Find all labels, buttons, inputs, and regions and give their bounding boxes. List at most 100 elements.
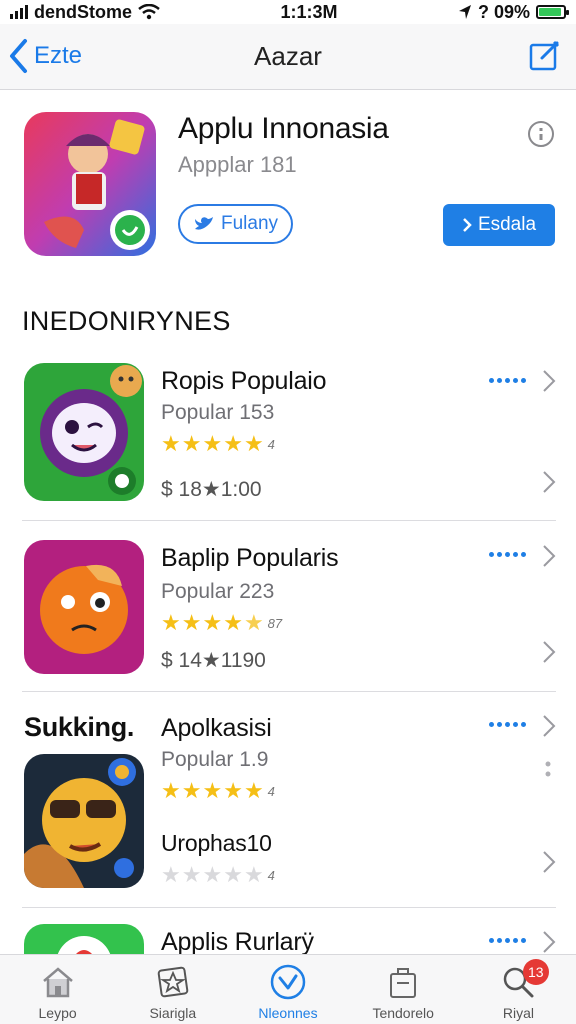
share-button-label: Fulany: [220, 213, 279, 234]
navigation-bar: Ezte Aazar: [0, 24, 576, 90]
list-item[interactable]: Sukking. Apolkasisi Popular 1.9 ★ ★ ★ ★ ★ 4 …: [0, 710, 576, 908]
star-icon: ★: [161, 778, 181, 803]
chevron-right-icon[interactable]: [542, 369, 556, 393]
star-icon: ★: [161, 431, 181, 456]
chevron-right-icon[interactable]: [542, 930, 556, 954]
list-item[interactable]: Applis Rurlarÿ: [0, 924, 576, 954]
get-button-label: Esdala: [477, 214, 537, 235]
bag-icon: [390, 968, 417, 998]
app-name: Ropis Populaio: [161, 367, 327, 395]
chevron-left-icon: [10, 39, 27, 73]
back-button[interactable]: Ezte: [8, 38, 82, 74]
app-subtitle: Popular 223: [161, 580, 275, 603]
featured-app-title: Applu Innonasia: [178, 112, 389, 145]
tab-search[interactable]: 13 Riyal: [461, 955, 576, 1024]
chevron-right-icon: [463, 218, 472, 232]
chevron-right-icon[interactable]: [542, 714, 556, 738]
app-price: $ 14★1190: [161, 649, 266, 672]
chevron-right-icon[interactable]: [542, 544, 556, 568]
featured-app-icon[interactable]: [24, 112, 156, 256]
notification-badge: 13: [522, 959, 549, 985]
status-bar: dendStome 1:1:3M ? 09%: [0, 0, 576, 24]
star-icon: ★: [223, 431, 243, 456]
chevron-right-icon[interactable]: [542, 640, 556, 664]
tab-label: Riyal: [502, 1005, 534, 1021]
more-dots-icon[interactable]: [489, 552, 526, 557]
divider: [22, 520, 556, 521]
more-dots-icon[interactable]: [489, 722, 526, 727]
more-vertical-icon[interactable]: [544, 760, 552, 780]
star-icon: ★: [181, 610, 202, 635]
app-price: $ 18★1:00: [161, 478, 262, 501]
tab-label: Siarigla: [149, 1005, 197, 1021]
status-right: ? 09%: [458, 1, 569, 23]
star-rating: ★ ★ ★ ★ ★ 4: [161, 864, 275, 886]
tab-label: Nleonnes: [258, 1005, 318, 1021]
tab-home[interactable]: Leypo: [0, 955, 115, 1024]
battery-percent: ? 09%: [477, 1, 530, 22]
app-icon: [24, 924, 144, 954]
star-icon: ★: [161, 610, 181, 635]
app-subtitle: Popular 153: [161, 401, 275, 424]
featured-app: Applu Innonasia Appplar 181 Fulany Esdal…: [0, 90, 576, 290]
app-name: Applis Rurlarÿ: [161, 928, 314, 954]
battery-fill: [539, 8, 561, 16]
list-item[interactable]: Baplip Popularis Popular 223 ★ ★ ★ ★ ★ 87 $ …: [0, 540, 576, 692]
app-icon: [24, 363, 144, 501]
section-header: INEDONIRYNES: [22, 306, 231, 336]
star-box-icon: [157, 966, 189, 998]
star-icon: ★: [223, 778, 243, 803]
rating-count: 4: [267, 436, 275, 452]
star-icon: ★: [161, 862, 181, 887]
status-left: dendStome: [10, 2, 160, 23]
rating-count: 87: [267, 615, 283, 631]
tab-store[interactable]: Tendorelo: [346, 955, 461, 1024]
row-prefix: Sukking.: [24, 712, 135, 742]
star-rating: ★ ★ ★ ★ ★ 4: [161, 433, 275, 455]
clock-time: 1:1:3M: [280, 1, 338, 22]
home-icon: [42, 967, 73, 998]
more-dots-icon[interactable]: [489, 938, 526, 943]
divider: [22, 691, 556, 692]
star-icon: ★: [202, 862, 223, 887]
app-icon: [24, 540, 144, 674]
tab-bar: Leypo Siarigla Nleonnes Tendorelo 13 Riy…: [0, 954, 576, 1024]
rating-count: 4: [267, 783, 275, 799]
chevron-right-icon[interactable]: [542, 470, 556, 494]
star-icon: ★: [202, 431, 223, 456]
divider: [22, 907, 556, 908]
star-icon: ★: [202, 778, 223, 803]
tab-label: Leypo: [38, 1005, 77, 1021]
chevron-right-icon[interactable]: [542, 850, 556, 874]
star-icon: ★: [202, 610, 223, 635]
signal-icon: [10, 5, 28, 19]
app-name: Baplip Popularis: [161, 544, 339, 572]
share-button[interactable]: Fulany: [178, 204, 293, 244]
star-icon: ★: [243, 862, 264, 887]
rating-count: 4: [267, 867, 275, 883]
info-icon[interactable]: [527, 120, 555, 148]
battery-icon: [536, 5, 569, 19]
tab-updates[interactable]: Nleonnes: [230, 955, 345, 1024]
get-button[interactable]: Esdala: [443, 204, 555, 246]
star-icon: ★: [243, 431, 264, 456]
star-icon: ★: [181, 431, 202, 456]
star-icon: ★: [223, 862, 243, 887]
list-item[interactable]: Ropis Populaio Popular 153 ★ ★ ★ ★ ★ 4 $ 18★…: [0, 363, 576, 521]
star-icon: ★: [181, 862, 202, 887]
location-icon: [458, 5, 471, 19]
star-rating: ★ ★ ★ ★ ★ 87: [161, 612, 282, 634]
tab-featured[interactable]: Siarigla: [115, 955, 230, 1024]
star-icon: ★: [243, 610, 264, 635]
page-title: Aazar: [254, 41, 322, 71]
check-circle-icon: [270, 964, 306, 1000]
bird-icon: [194, 217, 213, 230]
tab-label: Tendorelo: [372, 1005, 434, 1021]
back-label: Ezte: [34, 42, 83, 69]
star-icon: ★: [223, 610, 243, 635]
app-icon: [24, 754, 144, 888]
compose-icon[interactable]: [528, 38, 562, 72]
app-extra-name: Urophas10: [161, 830, 272, 856]
carrier-name: dendStome: [34, 1, 133, 22]
more-dots-icon[interactable]: [489, 378, 526, 383]
